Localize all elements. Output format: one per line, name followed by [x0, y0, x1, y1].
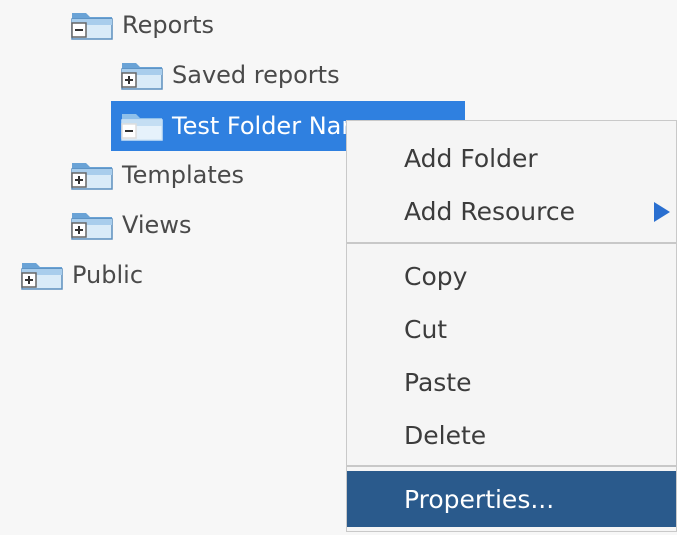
- folder-expand-icon[interactable]: [118, 57, 166, 93]
- menu-item-paste[interactable]: Paste: [347, 357, 676, 407]
- menu-item-delete[interactable]: Delete: [347, 410, 676, 460]
- menu-item-label: Add Folder: [404, 143, 538, 173]
- menu-separator: [347, 242, 676, 244]
- context-menu: Add Folder Add Resource Copy Cut Paste D…: [346, 120, 677, 532]
- tree-node-label: Views: [122, 211, 192, 239]
- menu-item-label: Copy: [404, 261, 468, 291]
- tree-node-label: Templates: [122, 161, 245, 189]
- tree-node-public[interactable]: Public: [18, 253, 143, 297]
- menu-item-label: Properties...: [404, 484, 555, 514]
- tree-node-saved-reports[interactable]: Saved reports: [118, 53, 340, 97]
- menu-item-add-folder[interactable]: Add Folder: [347, 133, 676, 183]
- tree-node-label: Reports: [122, 11, 215, 39]
- folder-collapse-icon[interactable]: [68, 7, 116, 43]
- menu-item-copy[interactable]: Copy: [347, 251, 676, 301]
- folder-expand-icon[interactable]: [18, 257, 66, 293]
- folder-expand-icon[interactable]: [68, 157, 116, 193]
- menu-item-add-resource[interactable]: Add Resource: [347, 186, 676, 236]
- tree-node-reports[interactable]: Reports: [68, 3, 214, 47]
- menu-item-label: Cut: [404, 314, 448, 344]
- tree-node-views[interactable]: Views: [68, 203, 191, 247]
- tree-node-label: Public: [72, 261, 144, 289]
- tree-node-label: Saved reports: [172, 61, 340, 89]
- menu-item-label: Add Resource: [404, 196, 575, 226]
- menu-item-label: Paste: [404, 367, 472, 397]
- submenu-arrow-icon: [654, 202, 670, 222]
- folder-expand-icon[interactable]: [68, 207, 116, 243]
- menu-item-cut[interactable]: Cut: [347, 304, 676, 354]
- tree-node-templates[interactable]: Templates: [68, 153, 244, 197]
- folder-collapse-icon[interactable]: [118, 108, 166, 144]
- menu-item-label: Delete: [404, 420, 487, 450]
- menu-item-properties[interactable]: Properties...: [347, 471, 676, 527]
- menu-separator: [347, 465, 676, 467]
